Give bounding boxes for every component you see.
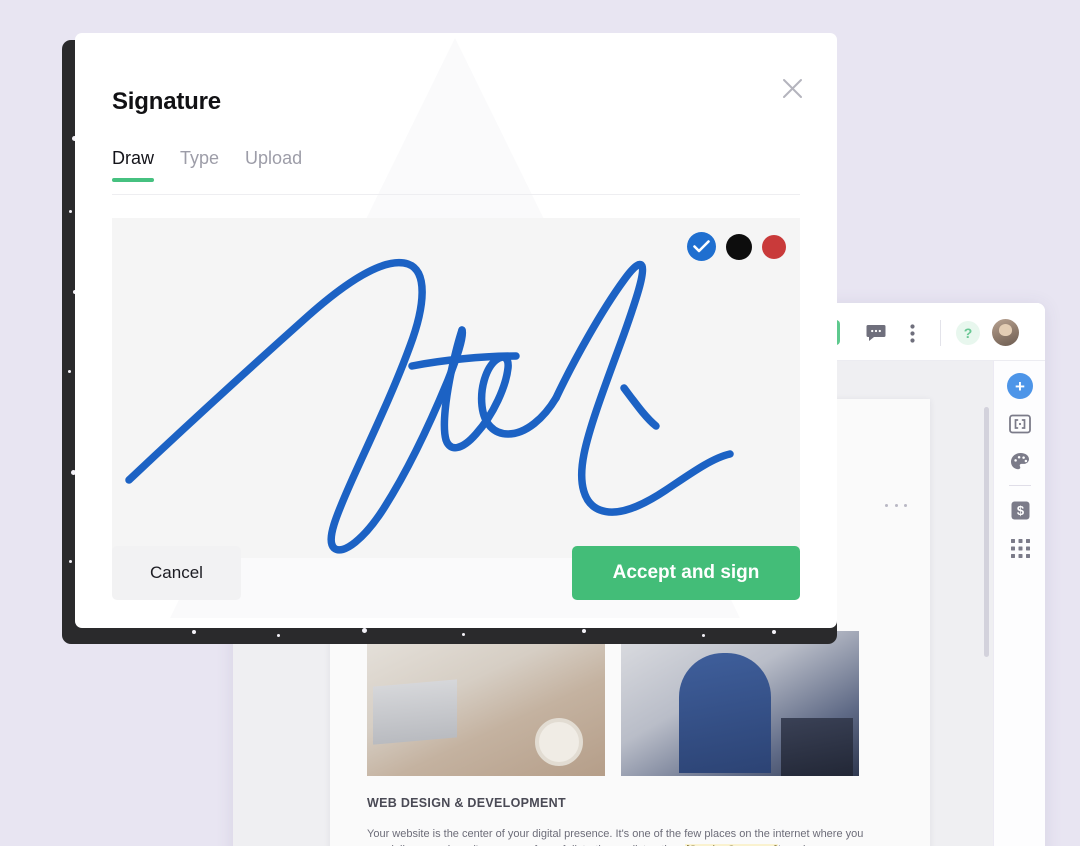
palette-icon[interactable]	[1007, 449, 1033, 475]
color-swatches	[687, 232, 786, 261]
topbar-divider	[940, 320, 941, 346]
signature-stroke	[125, 258, 734, 554]
color-swatch-blue[interactable]	[687, 232, 716, 261]
svg-text:$: $	[1016, 503, 1024, 518]
document-block-menu-icon[interactable]	[885, 499, 907, 511]
variables-icon[interactable]	[1007, 411, 1033, 437]
help-icon[interactable]: ?	[956, 321, 980, 345]
screenshot-root: Send document ?	[0, 0, 1080, 846]
document-scrollbar[interactable]	[984, 407, 989, 657]
accept-and-sign-button[interactable]: Accept and sign	[572, 546, 800, 600]
tabs-divider	[112, 194, 800, 195]
document-heading: WEB DESIGN & DEVELOPMENT	[367, 796, 566, 810]
signature-tabs: Draw Type Upload	[112, 148, 302, 182]
signature-modal: Signature Draw Type Upload Cancel Accept…	[75, 33, 837, 628]
page-title: Signature	[112, 88, 221, 115]
grid-icon[interactable]	[1007, 535, 1033, 561]
cancel-button[interactable]: Cancel	[112, 546, 241, 600]
document-photo-row	[367, 631, 872, 776]
close-icon[interactable]	[775, 71, 809, 105]
color-swatch-red[interactable]	[762, 234, 786, 259]
photo-desk-laptop	[367, 631, 605, 776]
tab-draw[interactable]: Draw	[112, 148, 155, 182]
comment-icon[interactable]	[863, 320, 889, 346]
add-block-button[interactable]: +	[1007, 373, 1033, 399]
pricing-icon[interactable]: $	[1007, 497, 1033, 523]
photo-person-working	[621, 631, 859, 776]
right-tool-rail: + $	[993, 361, 1045, 846]
avatar[interactable]	[992, 319, 1019, 346]
check-icon	[693, 240, 710, 253]
rail-divider	[1009, 485, 1031, 486]
document-paragraph-1: Your website is the center of your digit…	[367, 827, 872, 846]
color-swatch-black[interactable]	[726, 233, 752, 260]
tab-type[interactable]: Type	[180, 148, 219, 182]
signature-canvas[interactable]	[112, 218, 800, 558]
tab-upload[interactable]: Upload	[245, 148, 302, 182]
kebab-menu-icon[interactable]	[899, 320, 925, 346]
